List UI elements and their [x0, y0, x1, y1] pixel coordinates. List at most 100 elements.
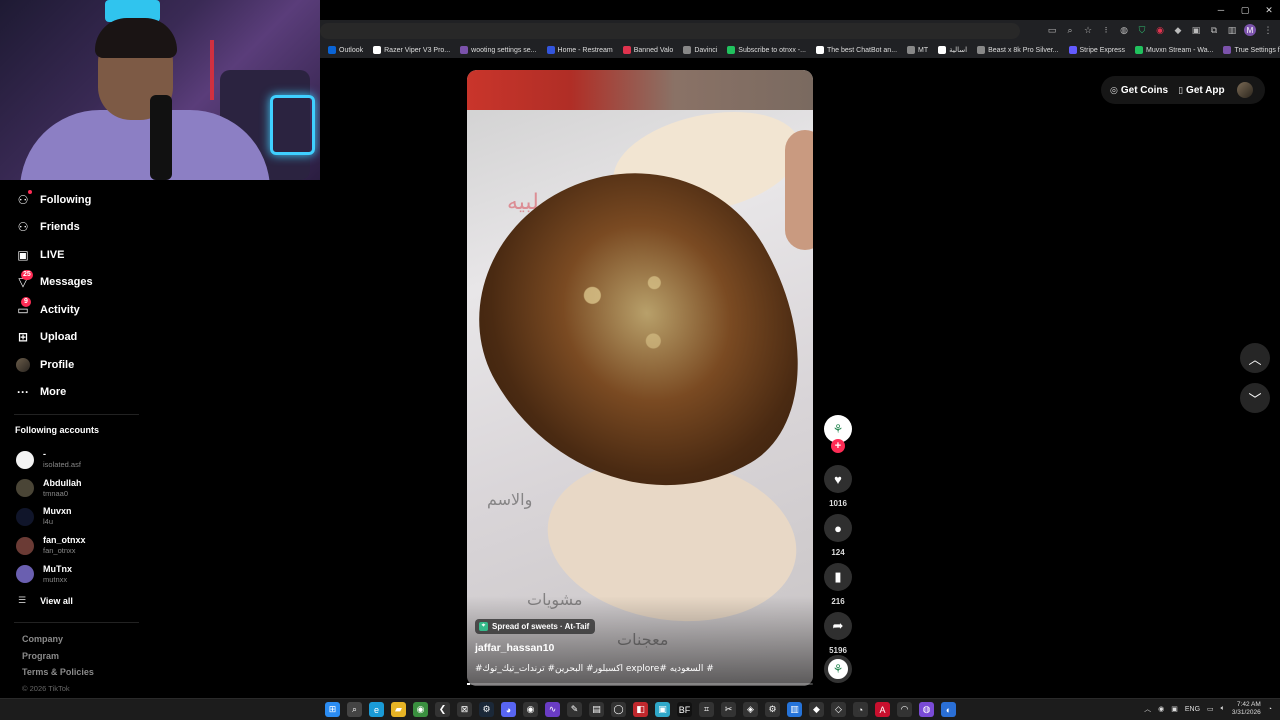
extensions-puzzle-icon[interactable]: ⧉ [1208, 24, 1220, 36]
app-icon-25[interactable]: ◔ [853, 702, 868, 717]
next-video-button[interactable]: ﹀ [1240, 383, 1270, 413]
chrome-icon[interactable]: ◉ [413, 702, 428, 717]
network-icon[interactable]: ▭ [1207, 705, 1214, 713]
windows-start-icon[interactable]: ⊞ [325, 702, 340, 717]
following-account-item[interactable]: Abdullah tmnaa0 [16, 478, 82, 499]
get-coins-button[interactable]: ◎ Get Coins [1110, 85, 1168, 96]
profile-avatar[interactable] [1237, 82, 1253, 98]
follow-plus-button[interactable]: + [831, 439, 845, 453]
volume-icon[interactable]: 🔈︎ [1221, 705, 1225, 713]
app-icon-12[interactable]: ✎ [567, 702, 582, 717]
tray-language[interactable]: ENG [1185, 706, 1200, 713]
steam-icon[interactable]: ⚙ [479, 702, 494, 717]
video-caption[interactable]: # السعوديه #explore اكسبلور# البحرين# تر… [475, 664, 805, 674]
bookmark-item[interactable]: Stripe Express [1068, 46, 1125, 54]
footer-link-terms[interactable]: Terms & Policies [22, 667, 94, 684]
sidebar-item-profile[interactable]: Profile [0, 351, 150, 379]
bookmark-item[interactable]: Subscribe to otnxx -... [727, 46, 806, 54]
tray-app-icon[interactable]: ◉ [1158, 705, 1164, 713]
video-player[interactable]: لبيه شر والاسم مشويات معجنات [467, 70, 813, 686]
video-username[interactable]: jaffar_hassan10 [475, 642, 554, 654]
app-icon-6[interactable]: ❮ [435, 702, 450, 717]
app-icon-16[interactable]: ▣ [655, 702, 670, 717]
get-app-button[interactable]: ▯ Get App [1178, 85, 1224, 96]
following-account-item[interactable]: - isolated.asf [16, 449, 81, 470]
app-icon-15[interactable]: ◧ [633, 702, 648, 717]
sidebar-item-messages[interactable]: ▽ 25 Messages [0, 269, 150, 297]
menu-kebab-icon[interactable]: ⋮ [1262, 24, 1274, 36]
app-icon-10[interactable]: ◉ [523, 702, 538, 717]
app-icon-13[interactable]: ▤ [589, 702, 604, 717]
bookmark-item[interactable]: Razer Viper V3 Pro... [373, 46, 450, 54]
extension-icon[interactable]: ◉ [1154, 24, 1166, 36]
app-icon-17[interactable]: BF [677, 702, 692, 717]
app-icon-22[interactable]: ▥ [787, 702, 802, 717]
bookmark-star-icon[interactable]: ☆ [1082, 24, 1094, 36]
bookmark-item[interactable]: Outlook [328, 46, 363, 54]
sidebar-item-following[interactable]: ⚇ Following [0, 186, 150, 214]
music-disc[interactable]: ⚘ [824, 655, 852, 683]
sidepanel-icon[interactable]: ▥ [1226, 24, 1238, 36]
close-button[interactable]: ✕ [1258, 0, 1280, 20]
bookmark-item[interactable]: Beast x 8k Pro Silver... [977, 46, 1059, 54]
previous-video-button[interactable]: ︿ [1240, 343, 1270, 373]
settings-icon[interactable]: ⚙ [765, 702, 780, 717]
save-button[interactable]: ▮ [824, 563, 852, 591]
app-icon-18[interactable]: ⌗ [699, 702, 714, 717]
app-icon-20[interactable]: ◈ [743, 702, 758, 717]
address-bar[interactable] [320, 23, 1020, 39]
bookmark-item[interactable]: The best ChatBot an... [815, 46, 897, 54]
extension-shield-icon[interactable]: ⛉ [1136, 24, 1148, 36]
app-icon-24[interactable]: ◇ [831, 702, 846, 717]
footer-link-program[interactable]: Program [22, 651, 94, 668]
extension-icon[interactable]: ◆ [1172, 24, 1184, 36]
following-account-item[interactable]: MuTnx mutnxx [16, 564, 72, 585]
view-all-button[interactable]: ☰ View all [18, 595, 73, 606]
app-icon-7[interactable]: ⊠ [457, 702, 472, 717]
file-explorer-icon[interactable]: ▰ [391, 702, 406, 717]
comment-button[interactable]: ● [824, 514, 852, 542]
sidebar-item-upload[interactable]: ⊞ Upload [0, 324, 150, 352]
extension-icon[interactable]: ▣ [1190, 24, 1202, 36]
app-icon-23[interactable]: ◆ [809, 702, 824, 717]
following-account-item[interactable]: fan_otnxx fan_otnxx [16, 535, 86, 556]
bookmark-item[interactable]: Home - Restream [546, 46, 613, 54]
video-progress-bar[interactable] [467, 683, 813, 685]
restore-button[interactable]: ▢ [1234, 0, 1256, 20]
sidebar-item-live[interactable]: ▣ LIVE [0, 241, 150, 269]
bookmark-item[interactable]: wooting settings se... [460, 46, 537, 54]
bookmark-item[interactable]: Banned Valo [622, 46, 673, 54]
app-icon-19[interactable]: ✂ [721, 702, 736, 717]
app-icon-11[interactable]: ∿ [545, 702, 560, 717]
sidebar-item-friends[interactable]: ⚇ Friends [0, 214, 150, 242]
app-icon-29[interactable]: ◐ [941, 702, 956, 717]
footer-link-company[interactable]: Company [22, 634, 94, 651]
edge-icon[interactable]: e [369, 702, 384, 717]
minimize-button[interactable]: ─ [1210, 0, 1232, 20]
bookmark-item[interactable]: Muvxn Stream - Wa... [1135, 46, 1213, 54]
search-icon[interactable]: ⌕ [347, 702, 362, 717]
app-icon-27[interactable]: ◠ [897, 702, 912, 717]
following-account-item[interactable]: Muvxn l4u [16, 506, 72, 527]
zoom-icon[interactable]: ⌕ [1064, 24, 1076, 36]
like-button[interactable]: ♥ [824, 465, 852, 493]
tray-app-icon[interactable]: ▣ [1171, 705, 1178, 713]
profile-avatar-icon[interactable]: M [1244, 24, 1256, 36]
bookmark-item[interactable]: Davinci [683, 46, 717, 54]
bookmark-item[interactable]: اسالية [938, 46, 967, 54]
app-icon-26[interactable]: A [875, 702, 890, 717]
notification-bell-icon[interactable]: ◔ [1268, 706, 1272, 713]
app-icon-28[interactable]: ◍ [919, 702, 934, 717]
sidebar-item-activity[interactable]: ▭ 9 Activity [0, 296, 150, 324]
discord-icon[interactable]: ◕ [501, 702, 516, 717]
tray-chevron-icon[interactable]: ︿ [1144, 704, 1151, 714]
location-chip[interactable]: ⌖ Spread of sweets · At-Taif [475, 619, 596, 634]
extension-icon[interactable]: ◍ [1118, 24, 1130, 36]
extension-icon[interactable]: ⁝ [1100, 24, 1112, 36]
bookmark-item[interactable]: MT [907, 46, 928, 54]
cast-icon[interactable]: ▭ [1046, 24, 1058, 36]
share-button[interactable]: ➦ [824, 612, 852, 640]
sidebar-item-more[interactable]: ··· More [0, 379, 150, 407]
bookmark-item[interactable]: True Settings for NV... [1223, 46, 1280, 54]
obs-icon[interactable]: ◯ [611, 702, 626, 717]
